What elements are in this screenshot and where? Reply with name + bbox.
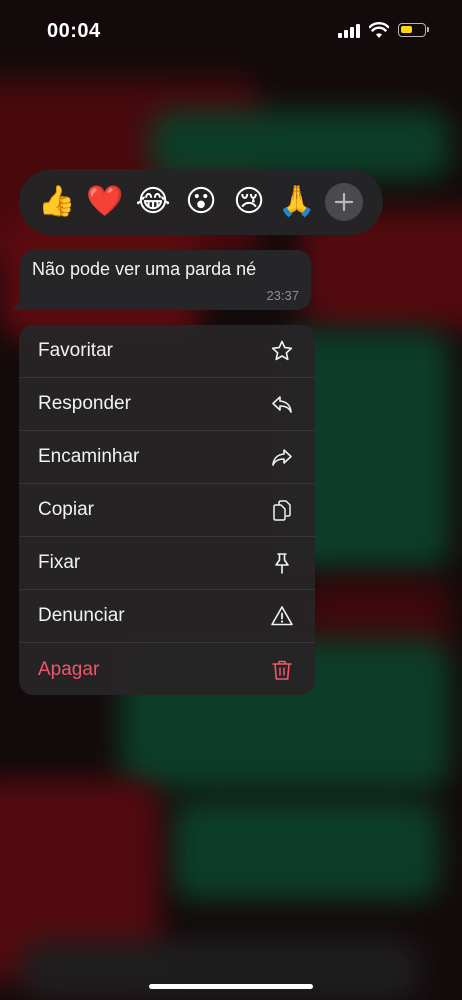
battery-level <box>401 26 412 33</box>
menu-item-responder[interactable]: Responder <box>19 378 315 431</box>
wifi-icon <box>369 22 389 38</box>
menu-item-apagar[interactable]: Apagar <box>19 643 315 695</box>
status-time: 00:04 <box>47 20 101 42</box>
menu-item-encaminhar[interactable]: Encaminhar <box>19 431 315 484</box>
message-text: Não pode ver uma parda né <box>32 259 257 279</box>
reaction-thumbs-up[interactable]: 👍 <box>33 178 81 226</box>
menu-item-denunciar[interactable]: Denunciar <box>19 590 315 643</box>
copy-icon <box>269 497 295 523</box>
reaction-folded-hands[interactable]: 🙏 <box>273 178 321 226</box>
menu-item-label: Fixar <box>38 552 81 573</box>
menu-item-label: Denunciar <box>38 605 125 626</box>
reply-icon <box>269 391 295 417</box>
menu-item-label: Responder <box>38 393 131 414</box>
menu-item-fixar[interactable]: Fixar <box>19 537 315 590</box>
forward-icon <box>269 444 295 470</box>
message-bubble: Não pode ver uma parda né 23:37 <box>20 250 311 310</box>
reaction-bar: 👍 ❤️ 😂 😮 😢 🙏 <box>19 169 383 235</box>
menu-item-label: Favoritar <box>38 340 113 361</box>
trash-icon <box>269 657 295 683</box>
reaction-crying[interactable]: 😢 <box>225 178 273 226</box>
cellular-signal-icon <box>338 24 362 38</box>
reaction-tears-of-joy[interactable]: 😂 <box>129 178 177 226</box>
message-time: 23:37 <box>266 288 299 303</box>
plus-icon <box>334 192 354 212</box>
more-reactions-button[interactable] <box>325 183 363 221</box>
menu-item-favoritar[interactable]: Favoritar <box>19 325 315 378</box>
star-icon <box>269 338 295 364</box>
reaction-astonished[interactable]: 😮 <box>177 178 225 226</box>
context-menu: Favoritar Responder Encaminhar Copiar Fi… <box>19 325 315 695</box>
menu-item-copiar[interactable]: Copiar <box>19 484 315 537</box>
battery-icon <box>398 23 429 37</box>
pin-icon <box>269 550 295 576</box>
reaction-red-heart[interactable]: ❤️ <box>81 178 129 226</box>
status-bar: 00:04 <box>0 0 462 60</box>
menu-item-label: Apagar <box>38 658 100 680</box>
menu-item-label: Encaminhar <box>38 446 140 467</box>
menu-item-label: Copiar <box>38 499 94 520</box>
warning-icon <box>269 603 295 629</box>
home-indicator[interactable] <box>149 984 313 989</box>
